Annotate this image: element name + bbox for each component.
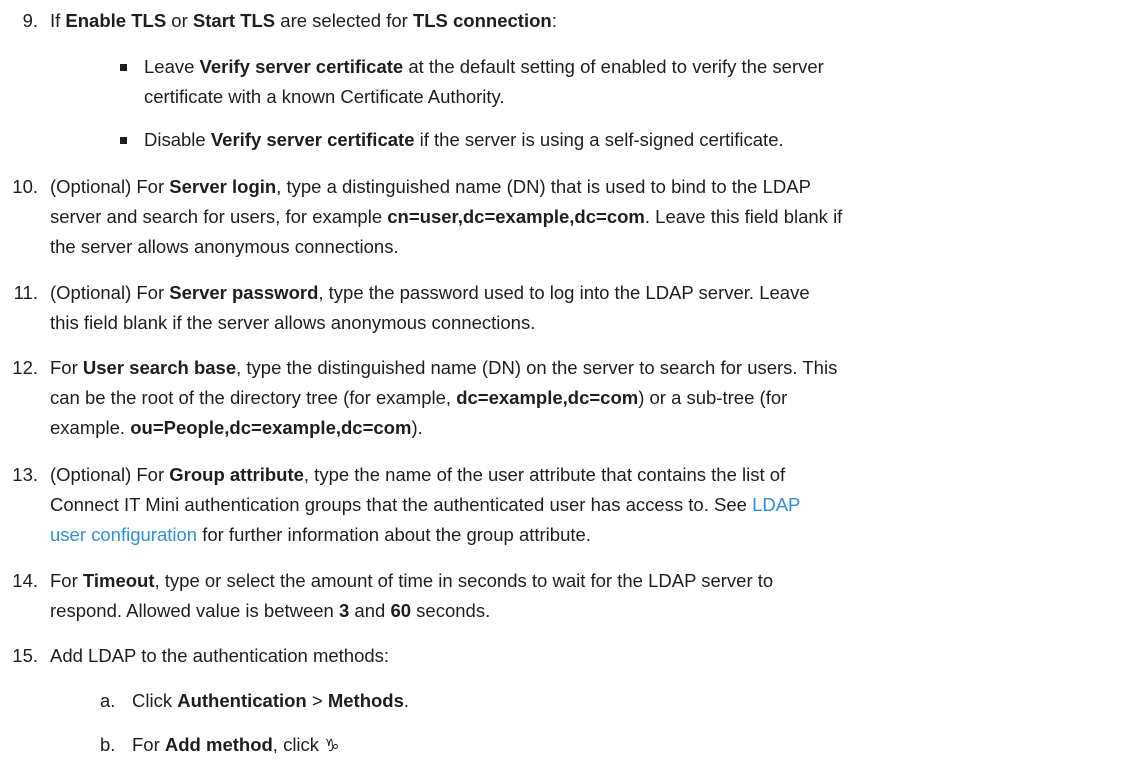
step-text: If Enable TLS or Start TLS are selected … <box>50 10 557 31</box>
step-number: 12. <box>12 357 38 378</box>
ldap-user-configuration-link[interactable]: LDAP <box>752 494 800 515</box>
step-number: 9. <box>22 10 38 31</box>
step-number: 11. <box>13 282 38 303</box>
step-text: (Optional) For Server login, type a dist… <box>50 176 843 257</box>
add-method-icon: ♑ <box>324 736 340 756</box>
bullet-marker <box>120 64 127 71</box>
step-text: For User search base, type the distingui… <box>50 357 838 438</box>
sub-step-letter: b. <box>100 734 116 755</box>
sub-step-letter: a. <box>100 690 116 711</box>
ldap-user-configuration-link[interactable]: user configuration <box>50 524 197 545</box>
step-text: (Optional) For Group attribute, type the… <box>50 464 801 545</box>
step-text: Add LDAP to the authentication methods: <box>50 645 390 666</box>
step-number: 15. <box>12 645 38 666</box>
step-text: (Optional) For Server password, type the… <box>50 282 810 333</box>
step-text: For Timeout, type or select the amount o… <box>50 570 774 621</box>
bullet-marker <box>120 137 127 144</box>
step-number: 10. <box>12 176 38 197</box>
step-number: 13. <box>12 464 38 485</box>
step-number: 14. <box>12 570 38 591</box>
